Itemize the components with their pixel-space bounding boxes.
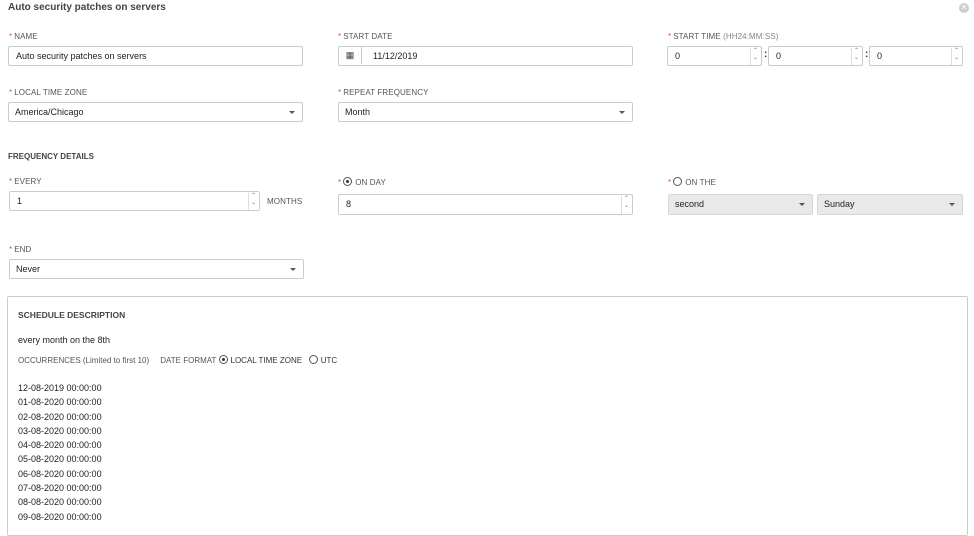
start-hour-stepper[interactable]: 0 ⌃ ⌄ bbox=[667, 46, 762, 66]
on-day-stepper[interactable]: 8 ⌃ ⌄ bbox=[338, 194, 633, 215]
chevron-down-icon bbox=[949, 203, 955, 206]
list-item: 06-08-2020 00:00:00 bbox=[18, 468, 102, 479]
start-time-label: * START TIME (HH24:MM:SS) bbox=[668, 32, 779, 41]
repeat-frequency-label: * REPEAT FREQUENCY bbox=[338, 88, 429, 97]
start-time-label-text: START TIME bbox=[673, 32, 721, 41]
every-value: 1 bbox=[17, 196, 23, 206]
close-icon[interactable]: ✕ bbox=[959, 3, 969, 13]
time-separator: : bbox=[764, 49, 768, 60]
on-day-value: 8 bbox=[346, 199, 352, 209]
date-format-local-option[interactable]: LOCAL TIME ZONE bbox=[218, 355, 303, 365]
required-mark: * bbox=[9, 32, 13, 41]
calendar-icon[interactable]: ▦ bbox=[339, 47, 362, 64]
every-label: * EVERY bbox=[9, 177, 42, 186]
list-item: 01-08-2020 00:00:00 bbox=[18, 397, 102, 408]
list-item: 03-08-2020 00:00:00 bbox=[18, 425, 102, 436]
start-second-stepper[interactable]: 0 ⌃ ⌄ bbox=[869, 46, 963, 66]
list-item: 05-08-2020 00:00:00 bbox=[18, 454, 102, 465]
date-format-local-radio[interactable] bbox=[218, 355, 228, 364]
list-item: 12-08-2019 00:00:00 bbox=[18, 383, 102, 393]
start-hour-value: 0 bbox=[675, 51, 681, 61]
repeat-frequency-value: Month bbox=[345, 107, 371, 117]
schedule-description-text: every month on the 8th bbox=[18, 335, 111, 345]
every-unit-label: MONTHS bbox=[267, 197, 303, 206]
schedule-description-heading: SCHEDULE DESCRIPTION bbox=[18, 310, 126, 320]
end-select[interactable]: Never bbox=[9, 259, 304, 279]
every-stepper[interactable]: 1 ⌃ ⌄ bbox=[9, 191, 260, 211]
name-input[interactable]: Auto security patches on servers bbox=[8, 46, 303, 66]
date-format-label: DATE FORMAT bbox=[160, 356, 217, 365]
required-mark: * bbox=[9, 177, 13, 186]
list-item: 04-08-2020 00:00:00 bbox=[18, 440, 102, 451]
chevron-down-icon bbox=[289, 111, 295, 114]
occurrences-label: OCCURRENCES (Limited to first 10) bbox=[18, 356, 150, 365]
name-label-text: NAME bbox=[14, 32, 38, 41]
date-format-local-label: LOCAL TIME ZONE bbox=[230, 356, 303, 365]
start-second-value: 0 bbox=[877, 51, 883, 61]
on-day-radio[interactable] bbox=[343, 177, 353, 186]
end-value: Never bbox=[16, 264, 41, 274]
frequency-details-heading: FREQUENCY DETAILS bbox=[8, 152, 94, 161]
spinner-arrows-icon[interactable]: ⌃ ⌄ bbox=[621, 196, 631, 214]
required-mark: * bbox=[338, 88, 342, 97]
on-the-radio[interactable] bbox=[673, 177, 683, 186]
on-day-label: ON DAY bbox=[355, 178, 386, 187]
start-date-value: 11/12/2019 bbox=[373, 51, 418, 61]
start-minute-value: 0 bbox=[776, 51, 782, 61]
on-the-weekday-value: Sunday bbox=[824, 199, 855, 209]
name-label: * NAME bbox=[9, 32, 38, 41]
end-label: * END bbox=[9, 245, 31, 254]
start-time-hint: (HH24:MM:SS) bbox=[723, 32, 779, 41]
on-the-option[interactable]: * ON THE bbox=[668, 177, 716, 187]
schedule-description-panel: SCHEDULE DESCRIPTION every month on the … bbox=[7, 296, 968, 536]
on-the-ordinal-select[interactable]: second bbox=[668, 194, 813, 215]
time-zone-value: America/Chicago bbox=[15, 107, 84, 117]
required-mark: * bbox=[338, 178, 342, 187]
on-the-weekday-select[interactable]: Sunday bbox=[817, 194, 963, 215]
required-mark: * bbox=[9, 245, 13, 254]
spinner-arrows-icon[interactable]: ⌃ ⌄ bbox=[951, 48, 961, 65]
start-date-label-text: START DATE bbox=[343, 32, 393, 41]
spinner-arrows-icon[interactable]: ⌃ ⌄ bbox=[750, 48, 760, 65]
date-format-utc-option[interactable]: UTC bbox=[308, 355, 338, 365]
every-label-text: EVERY bbox=[14, 177, 42, 186]
end-label-text: END bbox=[14, 245, 32, 254]
on-the-label: ON THE bbox=[685, 178, 716, 187]
dialog-title: Auto security patches on servers bbox=[8, 2, 166, 13]
spinner-arrows-icon[interactable]: ⌃ ⌄ bbox=[248, 193, 258, 210]
required-mark: * bbox=[9, 88, 13, 97]
repeat-frequency-label-text: REPEAT FREQUENCY bbox=[343, 88, 429, 97]
occurrences-row: OCCURRENCES (Limited to first 10) DATE F… bbox=[18, 355, 337, 365]
chevron-down-icon bbox=[290, 268, 296, 271]
required-mark: * bbox=[668, 178, 672, 187]
time-separator: : bbox=[865, 49, 869, 60]
date-format-utc-radio[interactable] bbox=[308, 355, 318, 364]
list-item: 02-08-2020 00:00:00 bbox=[18, 411, 102, 422]
date-format-utc-label: UTC bbox=[320, 356, 338, 365]
repeat-frequency-select[interactable]: Month bbox=[338, 102, 633, 122]
time-zone-label-text: LOCAL TIME ZONE bbox=[14, 88, 88, 97]
start-date-input[interactable]: ▦ 11/12/2019 bbox=[338, 46, 633, 66]
list-item: 07-08-2020 00:00:00 bbox=[18, 483, 102, 494]
spinner-arrows-icon[interactable]: ⌃ ⌄ bbox=[851, 48, 861, 65]
on-the-ordinal-value: second bbox=[675, 199, 705, 209]
occurrences-list: 12-08-2019 00:00:00 01-08-2020 00:00:00 … bbox=[18, 381, 102, 524]
list-item: 08-08-2020 00:00:00 bbox=[18, 497, 102, 508]
list-item: 09-08-2020 00:00:00 bbox=[18, 511, 102, 522]
required-mark: * bbox=[338, 32, 342, 41]
on-day-option[interactable]: * ON DAY bbox=[338, 177, 386, 187]
chevron-down-icon bbox=[619, 111, 625, 114]
required-mark: * bbox=[668, 32, 672, 41]
time-zone-label: * LOCAL TIME ZONE bbox=[9, 88, 87, 97]
time-zone-select[interactable]: America/Chicago bbox=[8, 102, 303, 122]
start-date-label: * START DATE bbox=[338, 32, 393, 41]
chevron-down-icon bbox=[799, 203, 805, 206]
start-minute-stepper[interactable]: 0 ⌃ ⌄ bbox=[768, 46, 863, 66]
